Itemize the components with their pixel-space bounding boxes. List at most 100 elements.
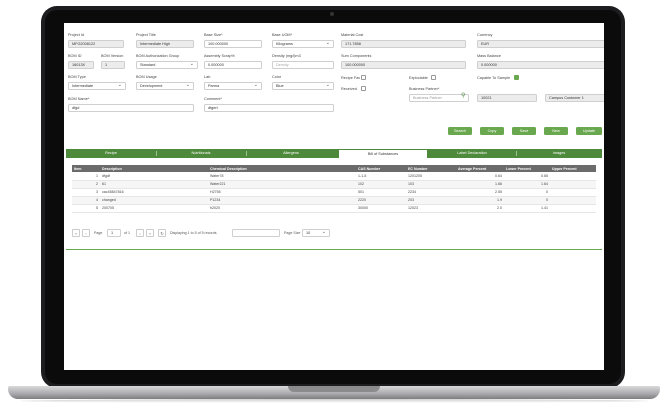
- search-icon[interactable]: ⚲: [461, 92, 465, 99]
- tab-nutritionals[interactable]: Nutritionals: [156, 149, 246, 158]
- table-cell: 1.41: [504, 204, 550, 213]
- tab-bar: Recipe Nutritionals Allergens Bill of Su…: [66, 149, 602, 158]
- page-size-select[interactable]: 10: [302, 229, 330, 237]
- col-cas-number[interactable]: CAS Number: [356, 165, 406, 172]
- project-title-label: Project Title: [136, 33, 156, 37]
- bom-name-field[interactable]: dfgd: [68, 104, 194, 112]
- tab-allergens[interactable]: Allergens: [246, 149, 336, 158]
- table-cell: 30000: [356, 204, 406, 213]
- table-header-row: Item Description Chemical Description CA…: [72, 165, 596, 172]
- bom-id-field[interactable]: 16013X: [68, 61, 94, 69]
- capable-to-sample-label: Capable To Sample: [477, 76, 511, 80]
- assembly-scrap-field[interactable]: 0.000000: [204, 61, 262, 69]
- table-row[interactable]: 2 61 Water221 102 103 1.66 1.64: [72, 180, 596, 189]
- col-lower-percent[interactable]: Lower Percent: [504, 165, 550, 172]
- pager-blank-field: [232, 229, 280, 237]
- table-cell: [550, 180, 596, 189]
- capable-to-sample-checkbox[interactable]: [514, 75, 519, 80]
- table-cell: 103: [406, 180, 456, 189]
- bom-auth-group-select[interactable]: Standard: [136, 61, 198, 69]
- table-cell: 1.9: [456, 196, 504, 205]
- table-row[interactable]: 5 200705 h2020 30000 12023 2.0 1.41: [72, 204, 596, 213]
- density-label: Density (mg/l)m3: [272, 54, 301, 58]
- mass-balance-field[interactable]: 0.000000: [477, 61, 604, 69]
- col-chemical-description[interactable]: Chemical Description: [208, 165, 356, 172]
- recipe-fav-checkbox[interactable]: [361, 75, 366, 80]
- tab-recipe[interactable]: Recipe: [66, 149, 156, 158]
- table-cell: 501: [356, 188, 406, 197]
- bom-version-label: BOM Version: [101, 54, 124, 58]
- color-select[interactable]: Blue: [272, 82, 334, 90]
- update-button[interactable]: Update: [576, 127, 602, 135]
- col-ec-number[interactable]: EC Number: [406, 165, 456, 172]
- table-cell: 0.64: [456, 172, 504, 181]
- page-of-label: of 1: [124, 231, 130, 235]
- sum-components-label: Sum Components: [341, 54, 372, 58]
- search-button[interactable]: Search: [448, 127, 472, 135]
- bom-usage-select[interactable]: Development: [136, 82, 194, 90]
- table-row[interactable]: 1 dfgdf Water78 1-1-5 1201205 0.64 0.65: [72, 172, 596, 181]
- table-row[interactable]: 3 cac45847816 H2755 501 2234 2.55 0: [72, 188, 596, 197]
- camera: [330, 12, 334, 16]
- col-average-percent[interactable]: Average Percent: [456, 165, 504, 172]
- save-button[interactable]: Save: [512, 127, 536, 135]
- table-cell: 4: [72, 196, 100, 205]
- refresh-icon[interactable]: ↻: [158, 229, 166, 237]
- table-cell: 2.55: [456, 188, 504, 197]
- business-partner-search[interactable]: Business Partner: [409, 94, 469, 102]
- lab-select[interactable]: Parma: [204, 82, 262, 90]
- table-cell: h2020: [208, 204, 356, 213]
- table-cell: 3: [72, 188, 100, 197]
- business-partner-label: Business Partner*: [409, 87, 440, 91]
- bom-type-select[interactable]: Intermediate: [68, 82, 126, 90]
- base-size-field[interactable]: 100.000000: [204, 40, 262, 48]
- copy-button[interactable]: Copy: [480, 127, 504, 135]
- page-size-label: Page Size: [284, 231, 301, 235]
- table-cell: 200705: [100, 204, 208, 213]
- received-checkbox[interactable]: [361, 86, 366, 91]
- table-cell: 203: [406, 196, 456, 205]
- col-upper-percent[interactable]: Upper Percent: [550, 165, 596, 172]
- project-id-field[interactable]: MFG2008122: [68, 40, 124, 48]
- bom-version-field[interactable]: 1: [101, 61, 125, 69]
- prev-page-icon[interactable]: ‹: [82, 229, 90, 237]
- lab-label: Lab: [204, 75, 211, 79]
- table-cell: [550, 188, 596, 197]
- table-cell: P1234: [208, 196, 356, 205]
- first-page-icon[interactable]: «: [72, 229, 80, 237]
- table-cell: [550, 204, 596, 213]
- comment-label: Comment*: [204, 97, 222, 101]
- bom-usage-label: BOM Usage: [136, 75, 157, 79]
- app-screen: Project Id MFG2008122 Project Title Inte…: [64, 23, 604, 370]
- table-cell: 5: [72, 204, 100, 213]
- project-title-field[interactable]: Intermediate High: [136, 40, 194, 48]
- page-number-input[interactable]: 1: [107, 229, 121, 237]
- sum-components-field[interactable]: 100.000000: [341, 61, 466, 69]
- table-cell: cac45847816: [100, 188, 208, 197]
- next-page-icon[interactable]: ›: [136, 229, 144, 237]
- table-cell: Water221: [208, 180, 356, 189]
- table-cell: 1.64: [504, 180, 550, 189]
- tab-images[interactable]: Images: [516, 149, 602, 158]
- col-item[interactable]: Item: [72, 165, 100, 172]
- bom-name-label: BOM Name*: [68, 97, 90, 101]
- base-uom-label: Base UOM*: [272, 33, 293, 37]
- table-cell: 2220: [356, 196, 406, 205]
- new-button[interactable]: New: [544, 127, 568, 135]
- currency-field[interactable]: EUR: [477, 40, 604, 48]
- table-row[interactable]: 4 changed P1234 2220 203 1.9 0: [72, 196, 596, 205]
- density-field[interactable]: Density: [272, 61, 334, 69]
- color-label: Color: [272, 75, 282, 79]
- business-partner-name: Campus Customer 1: [545, 94, 604, 102]
- base-uom-select[interactable]: Kilograms: [272, 40, 334, 48]
- last-page-icon[interactable]: »: [146, 229, 154, 237]
- material-cost-label: Material Cost: [341, 33, 364, 37]
- col-description[interactable]: Description: [100, 165, 208, 172]
- tab-bill-of-substances[interactable]: Bill of Substances: [338, 149, 428, 158]
- explodable-checkbox[interactable]: [431, 75, 436, 80]
- comment-field[interactable]: dfgert: [204, 104, 334, 112]
- table-cell: 1-1-5: [356, 172, 406, 181]
- table-cell: H2755: [208, 188, 356, 197]
- material-cost-field[interactable]: 171.7858: [341, 40, 466, 48]
- tab-label-declaration[interactable]: Label Declaration: [428, 149, 516, 158]
